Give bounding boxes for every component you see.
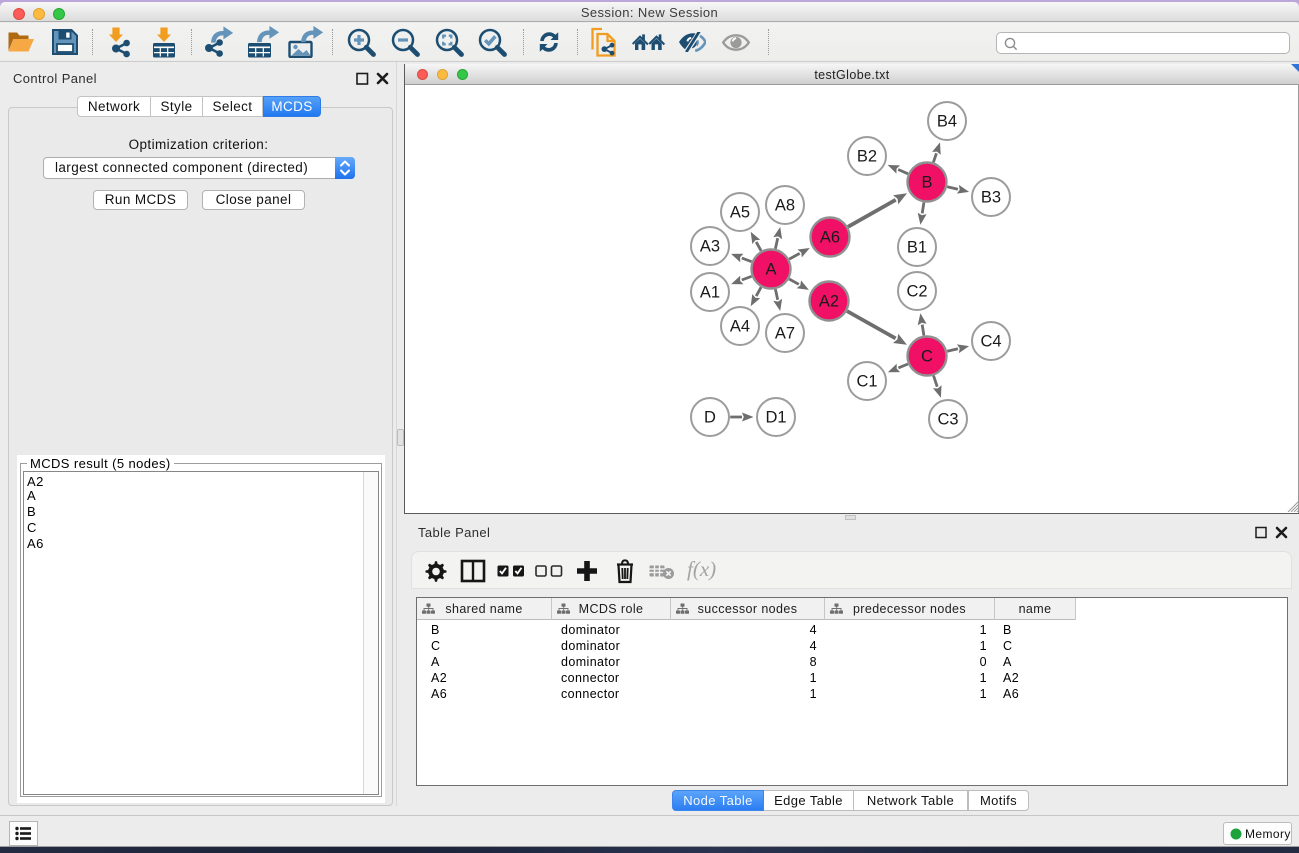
svg-text:B4: B4: [937, 113, 957, 131]
svg-text:B: B: [921, 174, 932, 192]
svg-text:C3: C3: [937, 411, 958, 429]
svg-text:C4: C4: [980, 333, 1001, 351]
svg-text:B2: B2: [857, 148, 877, 166]
svg-text:A: A: [765, 261, 776, 279]
svg-text:B3: B3: [981, 189, 1001, 207]
svg-text:A5: A5: [730, 204, 750, 222]
svg-text:A8: A8: [775, 197, 795, 215]
svg-text:B1: B1: [907, 239, 927, 257]
svg-text:A1: A1: [700, 284, 720, 302]
svg-text:D1: D1: [765, 409, 786, 427]
svg-text:C2: C2: [906, 283, 927, 301]
svg-text:A6: A6: [820, 229, 840, 247]
svg-text:A3: A3: [700, 238, 720, 256]
svg-text:D: D: [704, 409, 716, 427]
svg-text:C: C: [921, 348, 933, 366]
svg-text:A7: A7: [775, 325, 795, 343]
svg-text:A2: A2: [819, 293, 839, 311]
svg-text:C1: C1: [856, 373, 877, 391]
svg-text:A4: A4: [730, 318, 750, 336]
